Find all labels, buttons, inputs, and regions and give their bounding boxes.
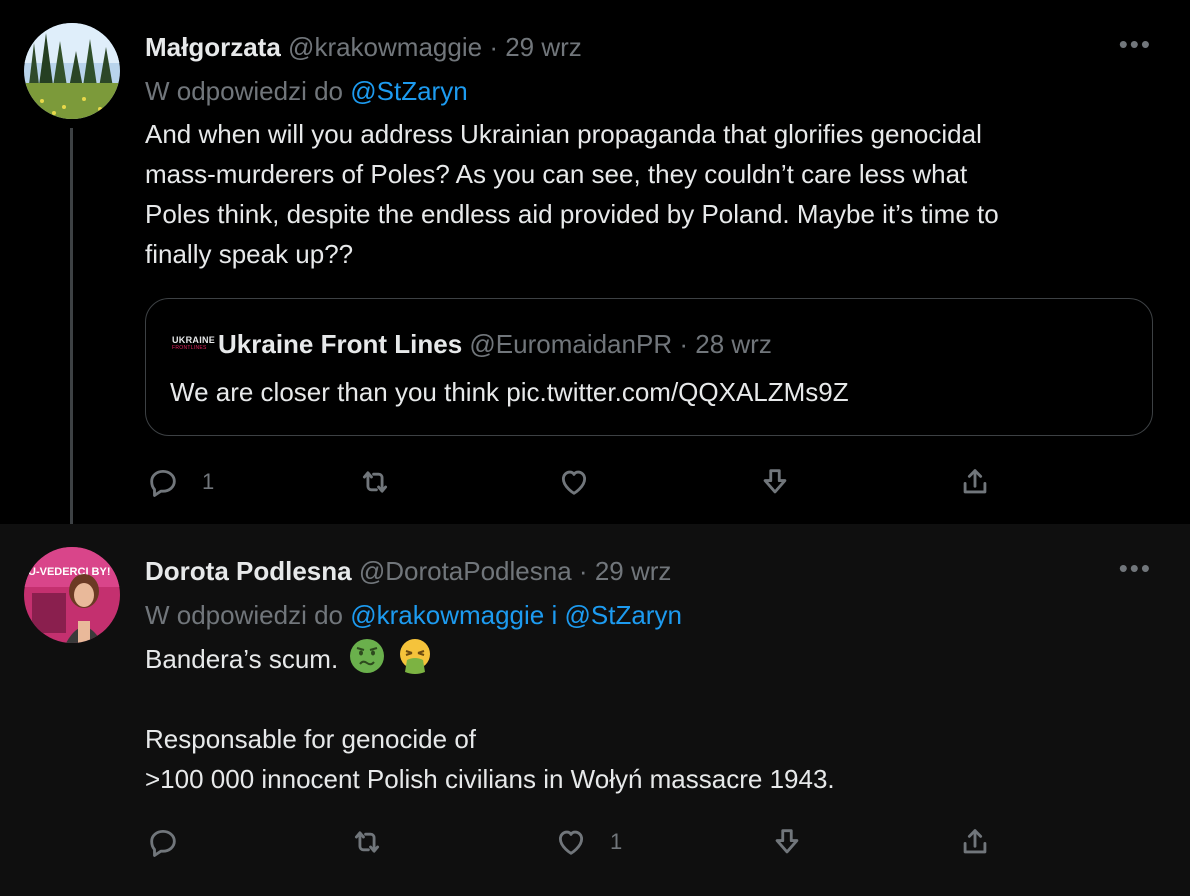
quoted-avatar-logo: UKRAINE FRONTLINES — [172, 335, 216, 355]
tweet-header: Dorota Podlesna @DorotaPodlesna · 29 wrz — [145, 554, 1150, 588]
tweet-text-line: mass-murderers of Poles? As you can see,… — [145, 159, 968, 189]
display-name[interactable]: Dorota Podlesna — [145, 556, 352, 586]
reply-icon — [150, 469, 176, 497]
action-bar: 1 — [0, 462, 1190, 502]
reply-prefix: W odpowiedzi do — [145, 76, 343, 106]
tweet-dorota[interactable]: U-VEDERCI BY! ••• Dorota Podlesna @Dorot… — [0, 524, 1190, 896]
retweet-button[interactable] — [350, 822, 384, 862]
bookmark-button[interactable] — [770, 822, 804, 862]
avatar[interactable]: U-VEDERCI BY! — [24, 547, 120, 643]
like-button[interactable]: 1 — [554, 822, 622, 862]
reply-icon — [150, 829, 176, 857]
reply-mention-link[interactable]: @krakowmaggie i @StZaryn — [350, 600, 682, 630]
quoted-tweet-date: 28 wrz — [695, 329, 772, 359]
quoted-tweet-header: Ukraine Front Lines @EuromaidanPR · 28 w… — [218, 327, 772, 361]
reply-button[interactable] — [146, 822, 202, 862]
avatar-poster-text: U-VEDERCI BY! — [28, 566, 111, 578]
tweet-text-line: finally speak up?? — [145, 239, 354, 269]
download-arrow-icon — [775, 829, 799, 854]
display-name[interactable]: Małgorzata — [145, 32, 281, 62]
separator-dot: · — [578, 556, 588, 586]
share-button[interactable] — [958, 462, 992, 502]
reply-count: 1 — [202, 469, 215, 494]
tweet-text-line: And when will you address Ukrainian prop… — [145, 119, 982, 149]
retweet-button[interactable] — [358, 462, 392, 502]
bookmark-button[interactable] — [758, 462, 792, 502]
share-icon — [963, 469, 987, 494]
quoted-tweet-text: We are closer than you think pic.twitter… — [170, 377, 849, 407]
user-handle[interactable]: @DorotaPodlesna — [359, 556, 572, 586]
quoted-user-handle: @EuromaidanPR — [469, 329, 673, 359]
heart-icon — [558, 830, 584, 855]
reply-context: W odpowiedzi do @StZaryn — [145, 74, 1150, 108]
tweet-body: Dorota Podlesna @DorotaPodlesna · 29 wrz… — [145, 554, 1150, 799]
tweet-text-line: Responsable for genocide of — [145, 724, 477, 754]
retweet-icon — [354, 831, 380, 853]
logo-text-frontlines: FRONTLINES — [172, 345, 207, 351]
tweet-text-line: >100 000 innocent Polish civilians in Wo… — [145, 764, 835, 794]
separator-dot: · — [679, 329, 689, 359]
reply-button[interactable]: 1 — [146, 462, 214, 502]
tweet-date[interactable]: 29 wrz — [505, 32, 582, 62]
tweet-header: Małgorzata @krakowmaggie · 29 wrz — [145, 30, 1150, 64]
heart-icon — [561, 470, 587, 495]
tweet-text: Bandera’s scum. Responsable for genocide… — [145, 638, 1150, 799]
tweet-text-line: Bandera’s scum. — [145, 638, 1150, 679]
like-button[interactable] — [557, 462, 591, 502]
avatar[interactable] — [24, 23, 120, 119]
reply-context: W odpowiedzi do @krakowmaggie i @StZaryn — [145, 598, 1150, 632]
tweet-text-line: Poles think, despite the endless aid pro… — [145, 199, 999, 229]
separator-dot: · — [489, 32, 498, 62]
tweet-malgorzata[interactable]: ••• Małgorzata @krakowmaggie · 29 wrz W … — [0, 0, 1190, 548]
logo-text-ukraine: UKRAINE — [172, 335, 216, 345]
tweet-text-fragment: Bandera’s scum. — [145, 644, 339, 674]
tweet-text: And when will you address Ukrainian prop… — [145, 114, 1150, 274]
tweet-body: Małgorzata @krakowmaggie · 29 wrz W odpo… — [145, 30, 1150, 274]
like-count: 1 — [610, 829, 623, 854]
retweet-icon — [362, 471, 388, 493]
nauseated-face-icon — [350, 639, 385, 673]
download-arrow-icon — [763, 469, 787, 494]
share-icon — [963, 829, 987, 854]
reply-mention-link[interactable]: @StZaryn — [350, 76, 467, 106]
user-handle[interactable]: @krakowmaggie — [288, 32, 482, 62]
action-bar: 1 — [0, 822, 1190, 862]
tweet-date[interactable]: 29 wrz — [595, 556, 672, 586]
quoted-display-name: Ukraine Front Lines — [218, 329, 463, 359]
share-button[interactable] — [958, 822, 992, 862]
quoted-tweet[interactable]: UKRAINE FRONTLINES Ukraine Front Lines @… — [145, 298, 1153, 436]
vomiting-face-icon — [399, 639, 430, 674]
reply-prefix: W odpowiedzi do — [145, 600, 343, 630]
